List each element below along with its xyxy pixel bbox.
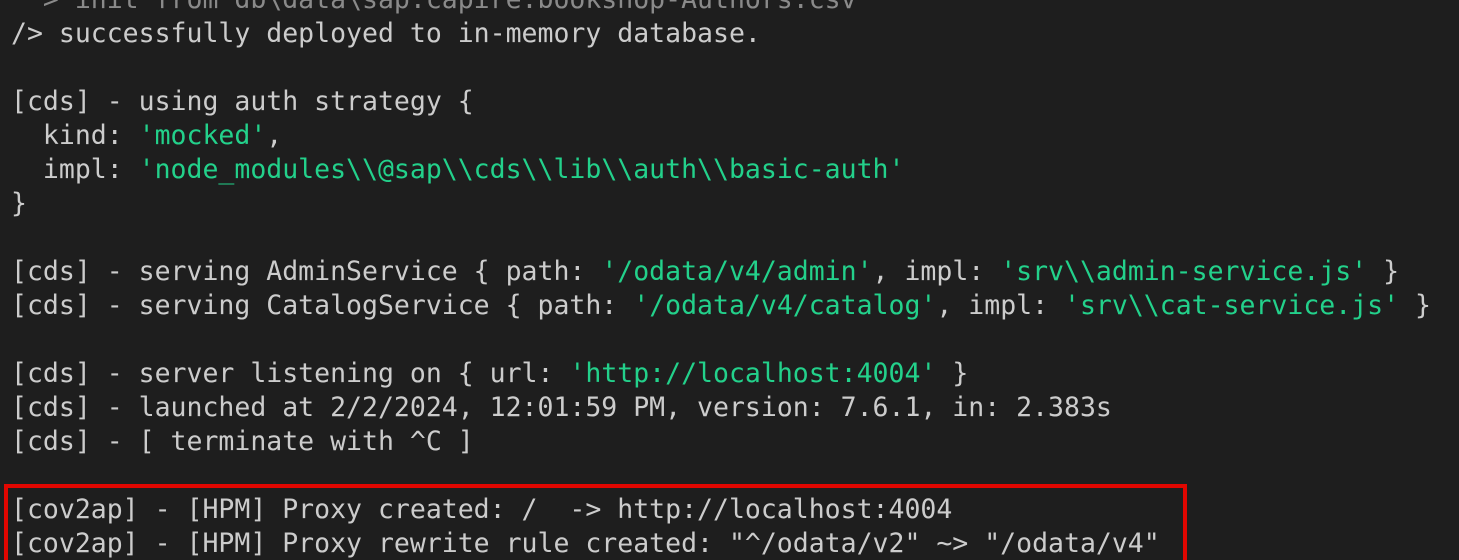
terminal-line: [cds] - serving CatalogService { path: '…	[11, 289, 1431, 323]
output-text: impl:	[11, 154, 139, 185]
output-text: /> successfully deployed to in-memory da…	[11, 18, 761, 49]
terminal-line: /> successfully deployed to in-memory da…	[11, 17, 1431, 51]
terminal-line: [cds] - [ terminate with ^C ]	[11, 425, 1431, 459]
output-text: }	[11, 188, 27, 219]
string-literal: '/odata/v4/admin'	[601, 256, 873, 287]
terminal-line: [cds] - server listening on { url: 'http…	[11, 357, 1431, 391]
terminal-line: [cov2ap] - [HPM] Proxy created: / -> htt…	[11, 493, 1431, 527]
output-text: [cov2ap] - [HPM] Proxy rewrite rule crea…	[11, 528, 1160, 559]
terminal-line: [cds] - launched at 2/2/2024, 12:01:59 P…	[11, 391, 1431, 425]
string-literal: 'srv\\cat-service.js'	[1064, 290, 1400, 321]
output-text: , impl:	[936, 290, 1065, 321]
output-text: ,	[266, 120, 283, 151]
terminal-line: }	[11, 187, 1431, 221]
output-text: [cds] - serving CatalogService { path:	[11, 290, 634, 321]
output-text: kind:	[11, 120, 139, 151]
output-text: , impl:	[872, 256, 1001, 287]
terminal-output: > init from db\data\sap.capire.bookshop-…	[0, 0, 1459, 560]
output-text: [cds] - serving AdminService { path:	[11, 256, 602, 287]
string-literal: 'http://localhost:4004'	[569, 358, 937, 389]
output-text: }	[936, 358, 969, 389]
string-literal: 'node_modules\\@sap\\cds\\lib\\auth\\bas…	[138, 154, 905, 185]
terminal-line: impl: 'node_modules\\@sap\\cds\\lib\\aut…	[11, 153, 1431, 187]
terminal-line: [cds] - serving AdminService { path: '/o…	[11, 255, 1431, 289]
string-literal: '/odata/v4/catalog'	[633, 290, 937, 321]
output-text: [cds] - server listening on { url:	[11, 358, 570, 389]
output-text: [cds] - using auth strategy {	[11, 86, 474, 117]
output-text: > init from db\data\sap.capire.bookshop-…	[11, 0, 857, 15]
string-literal: 'srv\\admin-service.js'	[1000, 256, 1368, 287]
output-text: }	[1399, 290, 1431, 321]
terminal-line: > init from db\data\sap.capire.bookshop-…	[11, 0, 1431, 17]
output-text: [cds] - [ terminate with ^C ]	[11, 426, 474, 457]
terminal-line: kind: 'mocked',	[11, 119, 1431, 153]
output-text: }	[1367, 256, 1400, 287]
string-literal: 'mocked'	[138, 120, 267, 151]
output-text: [cds] - launched at 2/2/2024, 12:01:59 P…	[11, 392, 1112, 423]
output-text: [cov2ap] - [HPM] Proxy created: / -> htt…	[11, 494, 953, 525]
terminal-line: [cov2ap] - [HPM] Proxy rewrite rule crea…	[11, 527, 1431, 560]
terminal-line: [cds] - using auth strategy {	[11, 85, 1431, 119]
terminal-lines: > init from db\data\sap.capire.bookshop-…	[11, 0, 1431, 560]
